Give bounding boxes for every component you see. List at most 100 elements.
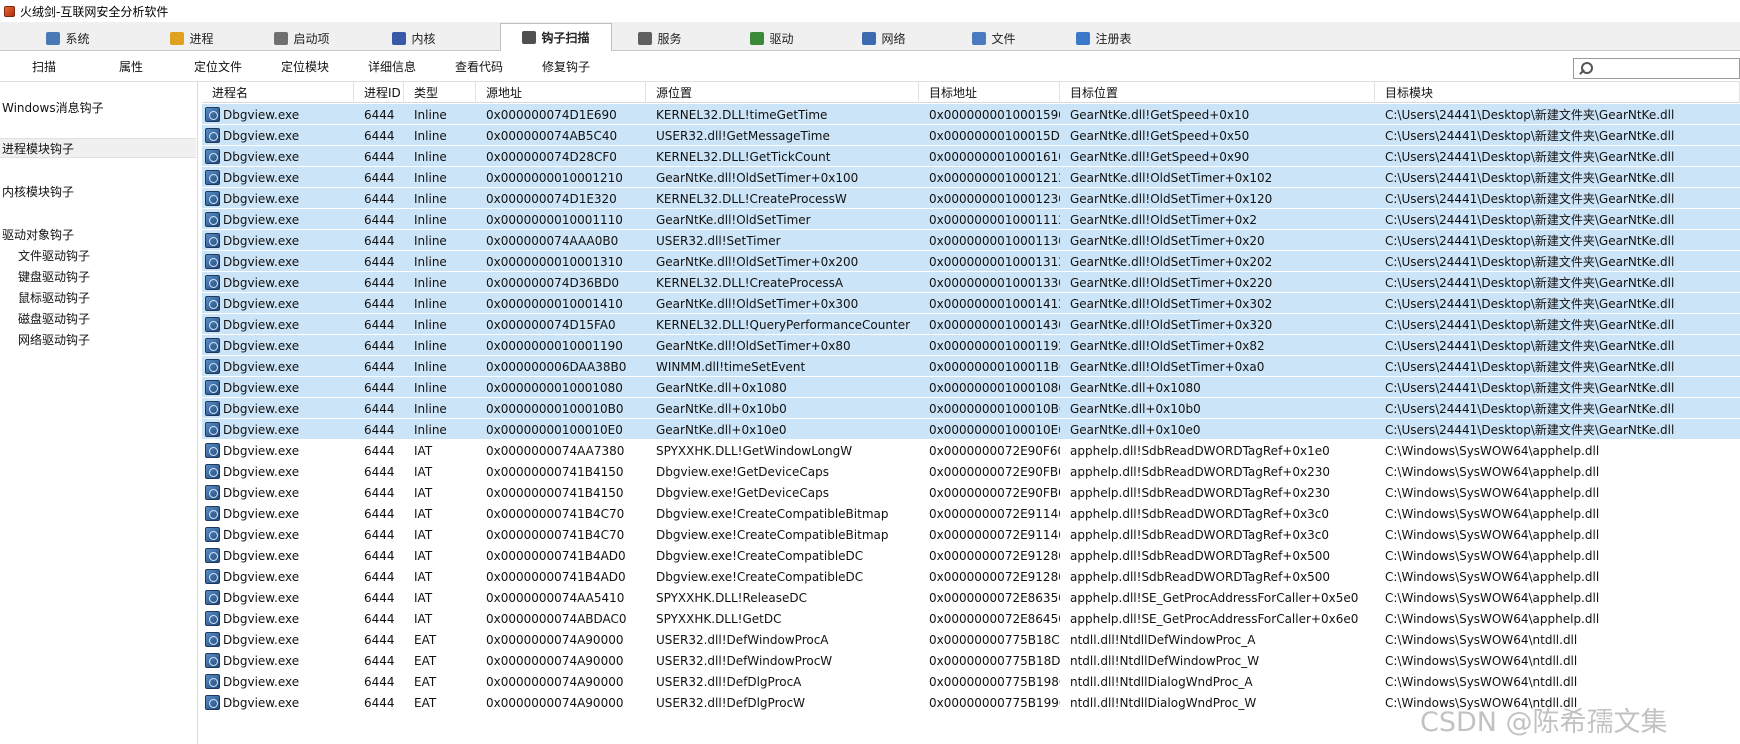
table-cell: Inline (414, 359, 447, 374)
table-cell: GearNtKe.dll!OldSetTimer (656, 212, 811, 227)
table-cell: Dbgview.exe (223, 254, 300, 269)
tab-kernel[interactable]: 内核 (358, 25, 470, 51)
network-icon (862, 31, 877, 45)
view-code-button[interactable]: 查看代码 (439, 56, 519, 76)
properties-button[interactable]: 属性 (91, 56, 171, 76)
table-row[interactable]: Dbgview.exe 6444 IAT 0x00000000741B4AD0 Dbgv… (202, 545, 1740, 566)
table-row[interactable]: Dbgview.exe 6444 IAT 0x0000000074AA5410 SPYX… (202, 587, 1740, 608)
sidebar-item[interactable]: 键盘驱动钩子 (18, 267, 90, 285)
hook-category-sidebar: Windows消息钩子进程模块钩子 内核模块钩子 驱动对象钩子文件驱动钩子 键盘驱动钩… (0, 82, 198, 744)
table-row[interactable]: Dbgview.exe 6444 IAT 0x0000000074ABDAC0 SPYX… (202, 608, 1740, 629)
table-cell: C:\Users\24441\Desktop\新建文件夹\GearNtKe.dl… (1385, 255, 1675, 269)
table-cell: 6444 (364, 296, 395, 311)
process-icon (205, 569, 220, 584)
table-row[interactable]: Dbgview.exe 6444 Inline 0x00000000100010B0 G… (202, 398, 1740, 419)
details-button[interactable]: 详细信息 (352, 56, 432, 76)
table-cell: Dbgview.exe (223, 275, 300, 290)
repair-hook-button[interactable]: 修复钩子 (526, 56, 606, 76)
table-row[interactable]: Dbgview.exe 6444 Inline 0x0000000010001210 G… (202, 167, 1740, 188)
tab-service[interactable]: 服务 (604, 25, 716, 51)
sidebar-item[interactable]: 磁盘驱动钩子 (18, 309, 90, 327)
column-header[interactable]: 目标地址 (919, 82, 1060, 103)
table-cell: Dbgview.exe (223, 338, 300, 353)
table-row[interactable]: Dbgview.exe 6444 IAT 0x00000000741B4C70 Dbgv… (202, 503, 1740, 524)
table-row[interactable]: Dbgview.exe 6444 Inline 0x000000074AAA0B0 US… (202, 230, 1740, 251)
table-row[interactable]: Dbgview.exe 6444 EAT 0x0000000074A90000 USER… (202, 629, 1740, 650)
table-cell: Dbgview.exe (223, 653, 300, 668)
column-header[interactable]: 源位置 (646, 82, 919, 103)
column-header[interactable]: 进程名 (202, 82, 354, 103)
tab-network[interactable]: 网络 (828, 25, 940, 51)
table-cell: 6444 (364, 233, 395, 248)
sidebar-item[interactable]: 网络驱动钩子 (18, 330, 90, 348)
table-row[interactable]: Dbgview.exe 6444 Inline 0x000000074D1E320 KE… (202, 188, 1740, 209)
tab-gear[interactable]: 启动项 (246, 25, 358, 51)
table-cell: C:\Windows\SysWOW64\apphelp.dll (1385, 611, 1600, 626)
table-cell: 0x0000000074AA7380 (486, 443, 625, 458)
table-cell: 6444 (364, 107, 395, 122)
tab-registry[interactable]: 注册表 (1048, 25, 1160, 51)
tab-file[interactable]: 文件 (938, 25, 1050, 51)
column-header[interactable]: 目标模块 (1375, 82, 1740, 103)
table-row[interactable]: Dbgview.exe 6444 EAT 0x0000000074A90000 USER… (202, 650, 1740, 671)
sidebar-item[interactable]: 鼠标驱动钩子 (18, 288, 90, 306)
sidebar-item[interactable]: 驱动对象钩子 (2, 225, 74, 243)
table-cell: C:\Windows\SysWOW64\apphelp.dll (1385, 443, 1600, 458)
table-cell: USER32.dll!DefWindowProcA (656, 632, 829, 647)
tab-windows-flag[interactable]: 进程 (136, 25, 248, 51)
table-row[interactable]: Dbgview.exe 6444 IAT 0x00000000741B4150 Dbgv… (202, 482, 1740, 503)
table-cell: 0x000000074D1E320 (486, 191, 617, 206)
table-cell: 0x0000000010001110 (486, 212, 623, 227)
table-row[interactable]: Dbgview.exe 6444 IAT 0x0000000074AA7380 SPYX… (202, 440, 1740, 461)
locate-file-button[interactable]: 定位文件 (178, 56, 258, 76)
process-icon (205, 401, 220, 416)
table-row[interactable]: Dbgview.exe 6444 IAT 0x00000000741B4C70 Dbgv… (202, 524, 1740, 545)
table-cell: 0x0000000072E91140 (929, 506, 1060, 521)
table-row[interactable]: Dbgview.exe 6444 Inline 0x000000074AB5C40 US… (202, 125, 1740, 146)
table-cell: 0x00000000741B4AD0 (486, 548, 626, 563)
table-cell: 0x00000000100015D0 (929, 128, 1060, 143)
table-row[interactable]: Dbgview.exe 6444 EAT 0x0000000074A90000 USER… (202, 671, 1740, 692)
table-cell: SPYXXHK.DLL!GetDC (656, 611, 782, 626)
table-row[interactable]: Dbgview.exe 6444 Inline 0x000000074D36BD0 KE… (202, 272, 1740, 293)
table-row[interactable]: Dbgview.exe 6444 Inline 0x000000074D15FA0 KE… (202, 314, 1740, 335)
table-cell: 0x0000000010001192 (929, 338, 1060, 353)
sidebar-item[interactable]: 进程模块钩子 (0, 138, 196, 158)
table-cell: GearNtKe.dll!OldSetTimer+0x220 (1070, 275, 1273, 290)
column-header[interactable]: 类型 (404, 82, 476, 103)
table-row[interactable]: Dbgview.exe 6444 Inline 0x00000000100010E0 G… (202, 419, 1740, 440)
column-header[interactable]: 进程ID (354, 82, 404, 103)
table-cell: 0x00000000775B18C0 (929, 632, 1060, 647)
table-row[interactable]: Dbgview.exe 6444 Inline 0x0000000010001310 G… (202, 251, 1740, 272)
tab-system-monitor[interactable]: 系统 (12, 25, 124, 51)
column-header[interactable]: 目标位置 (1060, 82, 1375, 103)
tab-label: 内核 (411, 31, 436, 46)
tab-driver[interactable]: 驱动 (716, 25, 828, 51)
table-row[interactable]: Dbgview.exe 6444 IAT 0x00000000741B4150 Dbgv… (202, 461, 1740, 482)
table-row[interactable]: Dbgview.exe 6444 Inline 0x000000074D28CF0 KE… (202, 146, 1740, 167)
tab-hook[interactable]: 钩子扫描 (500, 23, 612, 52)
search-input[interactable] (1573, 58, 1740, 79)
table-cell: IAT (414, 548, 433, 563)
table-row[interactable]: Dbgview.exe 6444 Inline 0x000000074D1E690 KE… (202, 104, 1740, 125)
scan-button[interactable]: 扫描 (4, 56, 84, 76)
table-cell: 6444 (364, 359, 395, 374)
sidebar-item[interactable]: 内核模块钩子 (2, 182, 74, 200)
tab-label: 启动项 (293, 31, 330, 46)
table-row[interactable]: Dbgview.exe 6444 Inline 0x0000000010001080 G… (202, 377, 1740, 398)
table-cell: Dbgview.exe (223, 128, 300, 143)
table-cell: Inline (414, 170, 447, 185)
table-row[interactable]: Dbgview.exe 6444 Inline 0x0000000010001190 G… (202, 335, 1740, 356)
sidebar-item[interactable]: Windows消息钩子 (2, 98, 104, 116)
locate-module-button[interactable]: 定位模块 (265, 56, 345, 76)
table-cell: 0x0000000074A90000 (486, 632, 624, 647)
table-row[interactable]: Dbgview.exe 6444 Inline 0x0000000010001110 G… (202, 209, 1740, 230)
process-icon (205, 527, 220, 542)
table-cell: apphelp.dll!SdbReadDWORDTagRef+0x230 (1070, 485, 1330, 500)
table-row[interactable]: Dbgview.exe 6444 Inline 0x000000006DAA38B0 W… (202, 356, 1740, 377)
table-row[interactable]: Dbgview.exe 6444 IAT 0x00000000741B4AD0 Dbgv… (202, 566, 1740, 587)
column-header[interactable]: 源地址 (476, 82, 646, 103)
sidebar-item[interactable]: 文件驱动钩子 (18, 246, 90, 264)
table-cell: 6444 (364, 464, 395, 479)
table-row[interactable]: Dbgview.exe 6444 Inline 0x0000000010001410 G… (202, 293, 1740, 314)
